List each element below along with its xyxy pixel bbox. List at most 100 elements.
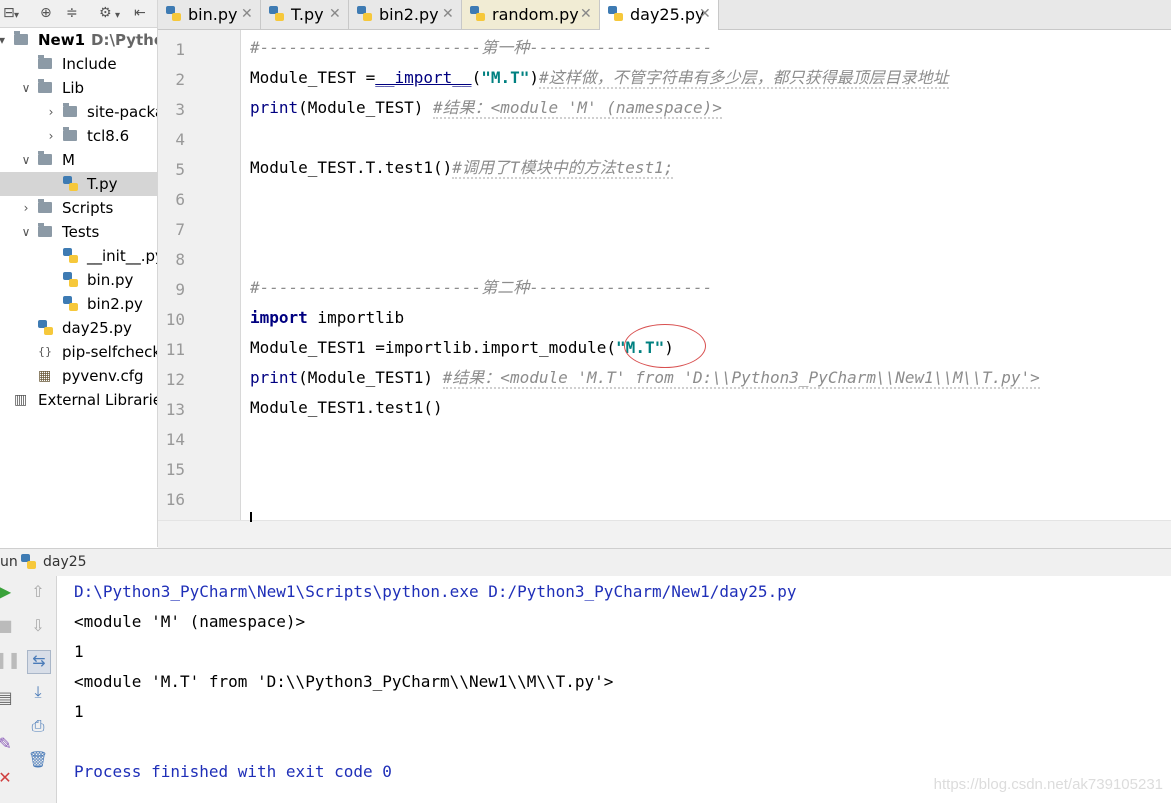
- trash-icon[interactable]: 🗑: [27, 750, 49, 772]
- tree-item[interactable]: day25.py: [0, 316, 157, 340]
- close-tab-icon[interactable]: ✕: [442, 0, 454, 29]
- close-tab-icon[interactable]: ✕: [329, 0, 341, 29]
- annotation-circle: [624, 324, 706, 368]
- tree-item[interactable]: ∨ Tests: [0, 220, 157, 244]
- close-icon[interactable]: ✕: [0, 768, 16, 790]
- line-number: 14: [165, 430, 185, 449]
- locate-icon[interactable]: ⊕: [40, 5, 52, 21]
- tree-item-label: Include: [62, 55, 117, 73]
- run-panel-header: un day25: [0, 548, 1171, 577]
- folder-icon: [14, 31, 28, 45]
- chevron-right-icon[interactable]: ›: [20, 196, 32, 220]
- tree-item[interactable]: › site-packa: [0, 100, 157, 124]
- console-line: <module 'M' (namespace)>: [74, 612, 306, 631]
- tab-label: bin2.py: [379, 5, 439, 24]
- console-output[interactable]: D:\Python3_PyCharm\New1\Scripts\python.e…: [57, 576, 1171, 803]
- tree-item-label: site-packa: [87, 103, 158, 121]
- down-arrow-icon[interactable]: ⇩: [27, 616, 49, 638]
- folder-icon: [38, 151, 52, 165]
- code-line-12: print(Module_TEST1) #结果：<module 'M.T' fr…: [250, 363, 1040, 393]
- scroll-to-end-icon[interactable]: ⤓: [27, 682, 49, 704]
- comment: #结果：<module 'M.T' from 'D:\\Python3_PyCh…: [442, 368, 1040, 389]
- close-tab-icon[interactable]: ✕: [580, 0, 592, 29]
- print-icon[interactable]: ⎙: [27, 716, 49, 738]
- chevron-down-icon[interactable]: ∨: [20, 148, 32, 172]
- line-number: 2: [175, 70, 185, 89]
- close-tab-icon[interactable]: ✕: [241, 0, 253, 29]
- tab-label: bin.py: [188, 5, 238, 24]
- python-file-icon: [357, 6, 372, 22]
- line-number: 13: [165, 400, 185, 419]
- chevron-down-icon[interactable]: ▾: [0, 28, 8, 52]
- project-view-icon[interactable]: ⊟: [3, 5, 15, 21]
- rerun-icon[interactable]: ▶: [0, 582, 16, 604]
- folder-icon: [38, 55, 52, 69]
- chevron-down-icon[interactable]: ∨: [20, 220, 32, 244]
- tree-item-label: tcl8.6: [87, 127, 130, 145]
- gear-icon[interactable]: ⚙: [99, 5, 112, 21]
- chevron-down-icon[interactable]: ∨: [20, 76, 32, 100]
- tree-item-label: __init__.py: [87, 247, 158, 265]
- code-line-13: Module_TEST1.test1(): [250, 393, 443, 423]
- tree-item[interactable]: {} pip-selfcheck: [0, 340, 157, 364]
- tree-item-label: Lib: [62, 79, 85, 97]
- editor-tab-bar: bin.py ✕ T.py ✕ bin2.py ✕ random.py ✕ day25.py ✕: [158, 0, 1171, 30]
- tree-item[interactable]: T.py: [0, 172, 157, 196]
- tree-item[interactable]: __init__.py: [0, 244, 157, 268]
- line-number: 1: [175, 40, 185, 59]
- editor-tab[interactable]: day25.py ✕: [600, 0, 719, 30]
- pause-icon[interactable]: ❚❚: [0, 650, 21, 672]
- chevron-right-icon[interactable]: ›: [45, 100, 57, 124]
- python-file-icon: [63, 296, 78, 312]
- tree-item[interactable]: ▾ New1D:\Python: [0, 28, 157, 52]
- tree-item[interactable]: ∨ M: [0, 148, 157, 172]
- collapse-all-icon[interactable]: ≑: [66, 5, 78, 21]
- dropdown-icon[interactable]: ▾: [14, 8, 19, 24]
- editor-tab[interactable]: bin2.py ✕: [349, 0, 462, 29]
- up-arrow-icon[interactable]: ⇧: [27, 582, 49, 604]
- gear-dropdown-icon[interactable]: ▾: [115, 8, 120, 24]
- string-literal: "M.T": [481, 68, 530, 87]
- tree-item[interactable]: Include: [0, 52, 157, 76]
- python-file-icon: [269, 6, 284, 22]
- comment: #-----------------------第二种-------------…: [250, 278, 713, 297]
- comment: #这样做，不管字符串有多少层，都只获得最顶层目录地址: [539, 68, 949, 89]
- layout-icon[interactable]: ▤: [0, 688, 16, 710]
- editor-tab[interactable]: T.py ✕: [261, 0, 349, 29]
- editor-tab[interactable]: bin.py ✕: [158, 0, 261, 29]
- builtin-name: print: [250, 98, 299, 117]
- line-number: 6: [175, 190, 185, 209]
- tree-item-path: D:\Python: [91, 31, 157, 49]
- tree-item-label: New1D:\Python: [38, 28, 157, 52]
- tree-item[interactable]: bin.py: [0, 268, 157, 292]
- tree-item-label: External Libraries: [38, 391, 158, 409]
- close-tab-icon[interactable]: ✕: [699, 0, 711, 29]
- tree-item[interactable]: ▥ External Libraries: [0, 388, 157, 412]
- tree-item[interactable]: bin2.py: [0, 292, 157, 316]
- builtin-name: __import__: [375, 68, 472, 87]
- tree-item-label: bin2.py: [87, 295, 143, 313]
- code-line-9: #-----------------------第二种-------------…: [250, 273, 712, 303]
- tree-item[interactable]: › Scripts: [0, 196, 157, 220]
- python-file-icon: [166, 6, 181, 22]
- project-panel: ⊟ ▾ ⊕ ≑ ⚙ ▾ ⇤ ▾ New1D:\Python Include ∨ Lib ›…: [0, 0, 158, 547]
- editor-tab[interactable]: random.py ✕: [462, 0, 600, 29]
- line-number: 3: [175, 100, 185, 119]
- pin-icon[interactable]: ✎: [0, 734, 16, 756]
- hide-panel-icon[interactable]: ⇤: [134, 5, 146, 21]
- code-text: (Module_TEST): [298, 98, 434, 117]
- console-line: <module 'M.T' from 'D:\\Python3_PyCharm\…: [74, 672, 614, 691]
- line-number: 8: [175, 250, 185, 269]
- tree-item[interactable]: ∨ Lib: [0, 76, 157, 100]
- tree-item-label: day25.py: [62, 319, 132, 337]
- python-file-icon: [470, 6, 485, 22]
- run-config-tab[interactable]: day25: [43, 549, 87, 576]
- stop-icon[interactable]: ■: [0, 616, 16, 638]
- tree-item[interactable]: › tcl8.6: [0, 124, 157, 148]
- code-editor[interactable]: #-----------------------第一种-------------…: [241, 30, 1171, 520]
- soft-wrap-icon[interactable]: ⇆: [27, 650, 51, 674]
- chevron-right-icon[interactable]: ›: [45, 124, 57, 148]
- comment: #-----------------------第一种-------------…: [250, 38, 713, 57]
- line-number-gutter: 1 2 3 4 5 6 7 8 9 10 11 12 13 14 15 16: [158, 30, 241, 520]
- tree-item[interactable]: ▦ pyvenv.cfg: [0, 364, 157, 388]
